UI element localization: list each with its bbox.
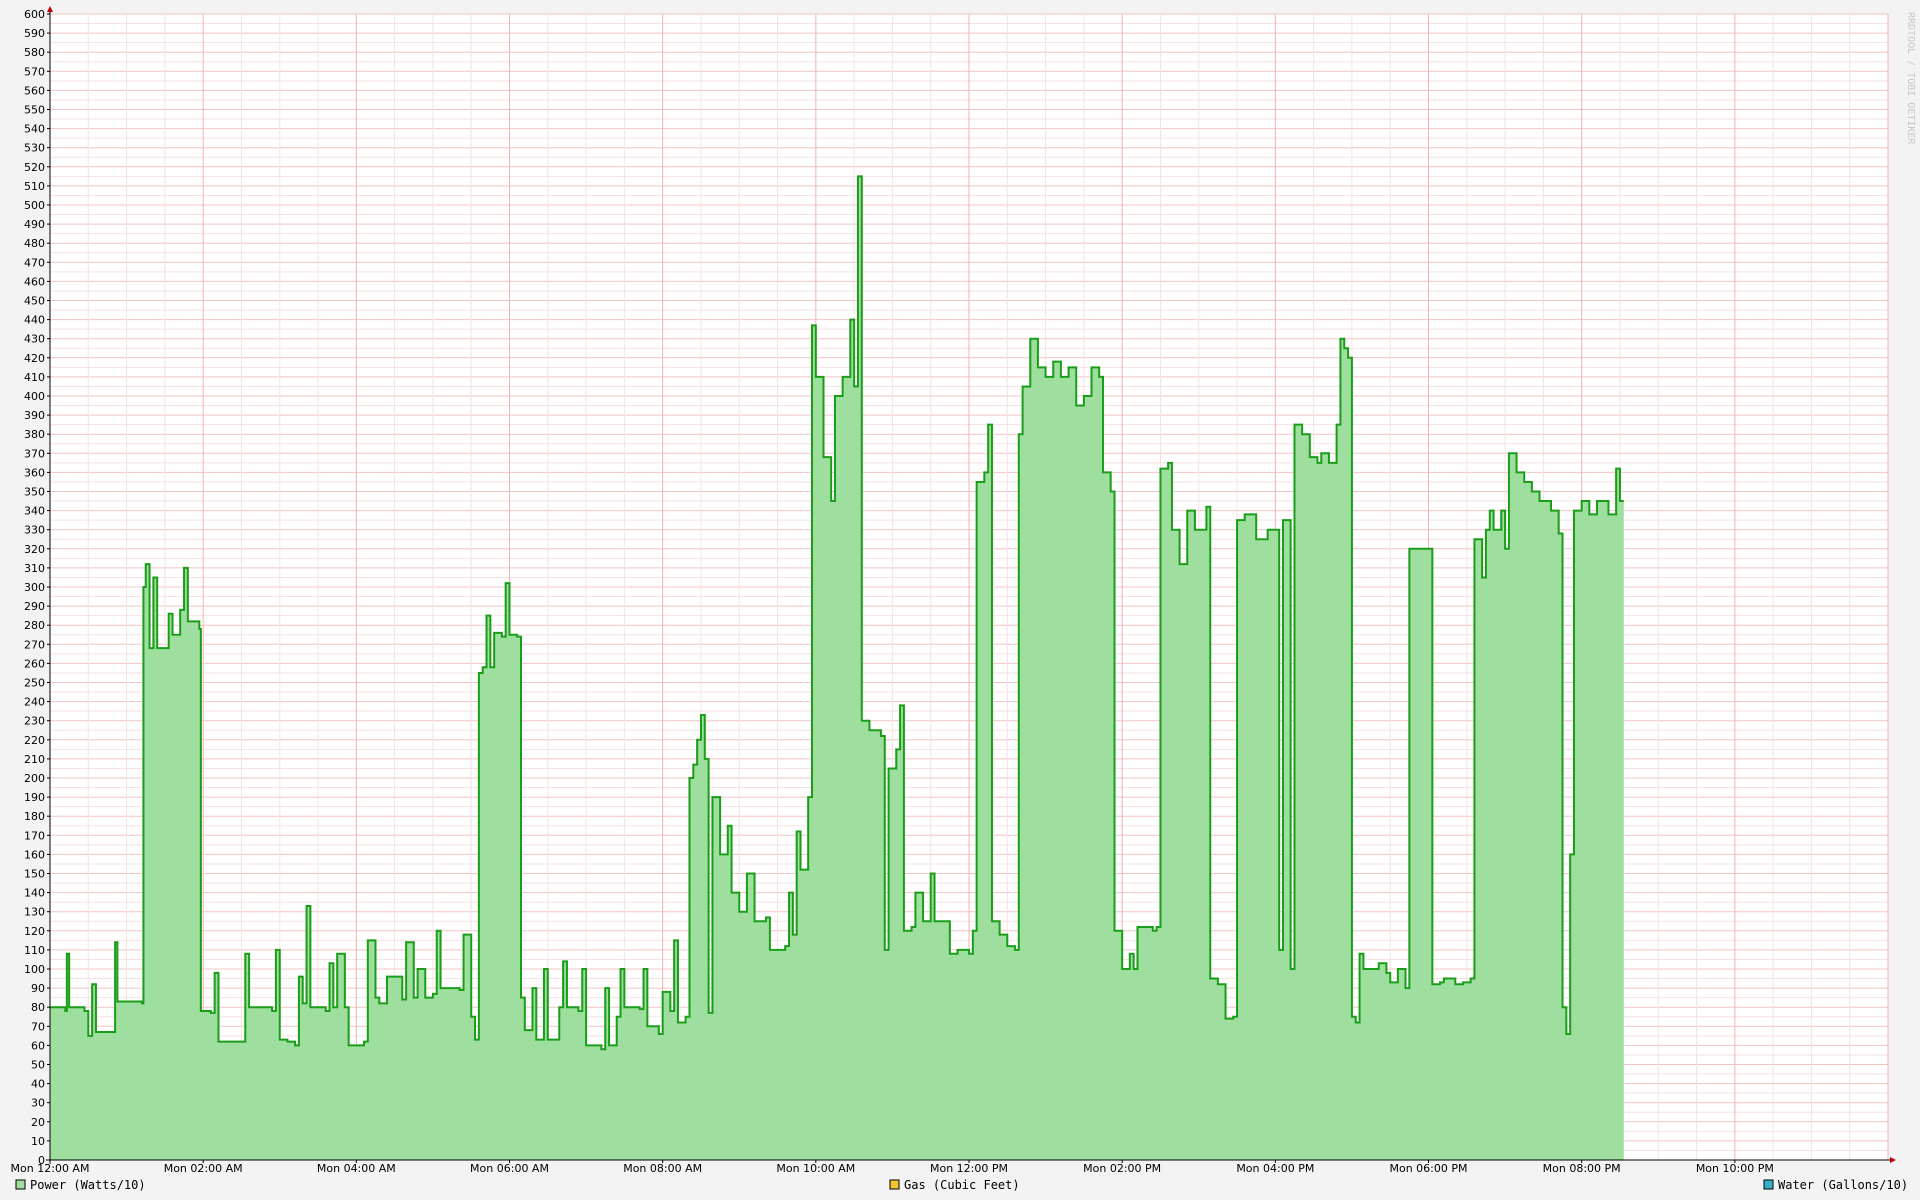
legend-label: Power (Watts/10) xyxy=(30,1178,146,1192)
x-tick-label: Mon 04:00 AM xyxy=(317,1162,396,1175)
y-tick-label: 110 xyxy=(24,944,45,957)
y-tick-label: 280 xyxy=(24,619,45,632)
y-tick-label: 520 xyxy=(24,161,45,174)
y-tick-label: 240 xyxy=(24,696,45,709)
y-tick-label: 130 xyxy=(24,906,45,919)
legend-swatch xyxy=(15,1179,26,1190)
y-tick-label: 210 xyxy=(24,753,45,766)
y-tick-label: 290 xyxy=(24,600,45,613)
y-tick-label: 40 xyxy=(31,1078,45,1091)
y-tick-label: 160 xyxy=(24,848,45,861)
x-tick-label: Mon 06:00 AM xyxy=(470,1162,549,1175)
y-tick-label: 470 xyxy=(24,256,45,269)
y-tick-label: 420 xyxy=(24,352,45,365)
y-tick-label: 350 xyxy=(24,486,45,499)
y-tick-label: 10 xyxy=(31,1135,45,1148)
chart-canvas: 0102030405060708090100110120130140150160… xyxy=(0,0,1920,1200)
y-tick-label: 150 xyxy=(24,868,45,881)
y-tick-label: 400 xyxy=(24,390,45,403)
y-tick-label: 250 xyxy=(24,677,45,690)
x-tick-label: Mon 06:00 PM xyxy=(1389,1162,1467,1175)
legend-label: Gas (Cubic Feet) xyxy=(904,1178,1020,1192)
y-tick-label: 120 xyxy=(24,925,45,938)
y-tick-label: 30 xyxy=(31,1097,45,1110)
y-tick-label: 220 xyxy=(24,734,45,747)
x-tick-label: Mon 10:00 AM xyxy=(776,1162,855,1175)
legend-label: Water (Gallons/10) xyxy=(1778,1178,1908,1192)
y-tick-label: 390 xyxy=(24,409,45,422)
y-tick-label: 340 xyxy=(24,505,45,518)
y-tick-label: 540 xyxy=(24,123,45,136)
y-tick-label: 550 xyxy=(24,104,45,117)
y-tick-label: 410 xyxy=(24,371,45,384)
y-tick-label: 70 xyxy=(31,1020,45,1033)
y-tick-label: 310 xyxy=(24,562,45,575)
y-tick-label: 370 xyxy=(24,447,45,460)
y-tick-label: 490 xyxy=(24,218,45,231)
y-tick-label: 510 xyxy=(24,180,45,193)
y-tick-label: 170 xyxy=(24,829,45,842)
y-tick-label: 190 xyxy=(24,791,45,804)
x-tick-label: Mon 08:00 AM xyxy=(623,1162,702,1175)
y-tick-label: 60 xyxy=(31,1039,45,1052)
legend-swatch xyxy=(1763,1179,1774,1190)
x-tick-label: Mon 10:00 PM xyxy=(1696,1162,1774,1175)
x-tick-label: Mon 02:00 PM xyxy=(1083,1162,1161,1175)
y-tick-label: 180 xyxy=(24,810,45,823)
watermark: RRDTOOL / TOBI OETIKER xyxy=(1905,12,1916,145)
y-tick-label: 270 xyxy=(24,638,45,651)
x-tick-label: Mon 12:00 PM xyxy=(930,1162,1008,1175)
legend-swatch xyxy=(889,1179,900,1190)
y-tick-label: 230 xyxy=(24,715,45,728)
x-tick-label: Mon 04:00 PM xyxy=(1236,1162,1314,1175)
y-tick-label: 360 xyxy=(24,466,45,479)
y-tick-label: 430 xyxy=(24,333,45,346)
y-tick-label: 260 xyxy=(24,657,45,670)
y-tick-label: 450 xyxy=(24,295,45,308)
y-tick-label: 590 xyxy=(24,27,45,40)
y-tick-label: 300 xyxy=(24,581,45,594)
y-tick-label: 600 xyxy=(24,8,45,21)
y-tick-label: 440 xyxy=(24,314,45,327)
y-tick-label: 200 xyxy=(24,772,45,785)
y-tick-label: 330 xyxy=(24,524,45,537)
y-tick-label: 500 xyxy=(24,199,45,212)
x-tick-label: Mon 12:00 AM xyxy=(11,1162,90,1175)
y-tick-label: 580 xyxy=(24,46,45,59)
y-tick-label: 140 xyxy=(24,887,45,900)
x-tick-label: Mon 08:00 PM xyxy=(1543,1162,1621,1175)
y-tick-label: 480 xyxy=(24,237,45,250)
y-tick-label: 50 xyxy=(31,1059,45,1072)
chart-container: 0 10 20 30 40 50 60 70 80 90 100 110 120 130 140 150 160… xyxy=(0,0,1920,1200)
y-tick-label: 380 xyxy=(24,428,45,441)
y-tick-label: 80 xyxy=(31,1001,45,1014)
y-tick-label: 570 xyxy=(24,65,45,78)
y-tick-label: 20 xyxy=(31,1116,45,1129)
y-tick-label: 100 xyxy=(24,963,45,976)
y-tick-label: 320 xyxy=(24,543,45,556)
y-tick-label: 560 xyxy=(24,84,45,97)
x-tick-label: Mon 02:00 AM xyxy=(164,1162,243,1175)
y-tick-label: 530 xyxy=(24,142,45,155)
y-tick-label: 90 xyxy=(31,982,45,995)
y-tick-label: 460 xyxy=(24,275,45,288)
